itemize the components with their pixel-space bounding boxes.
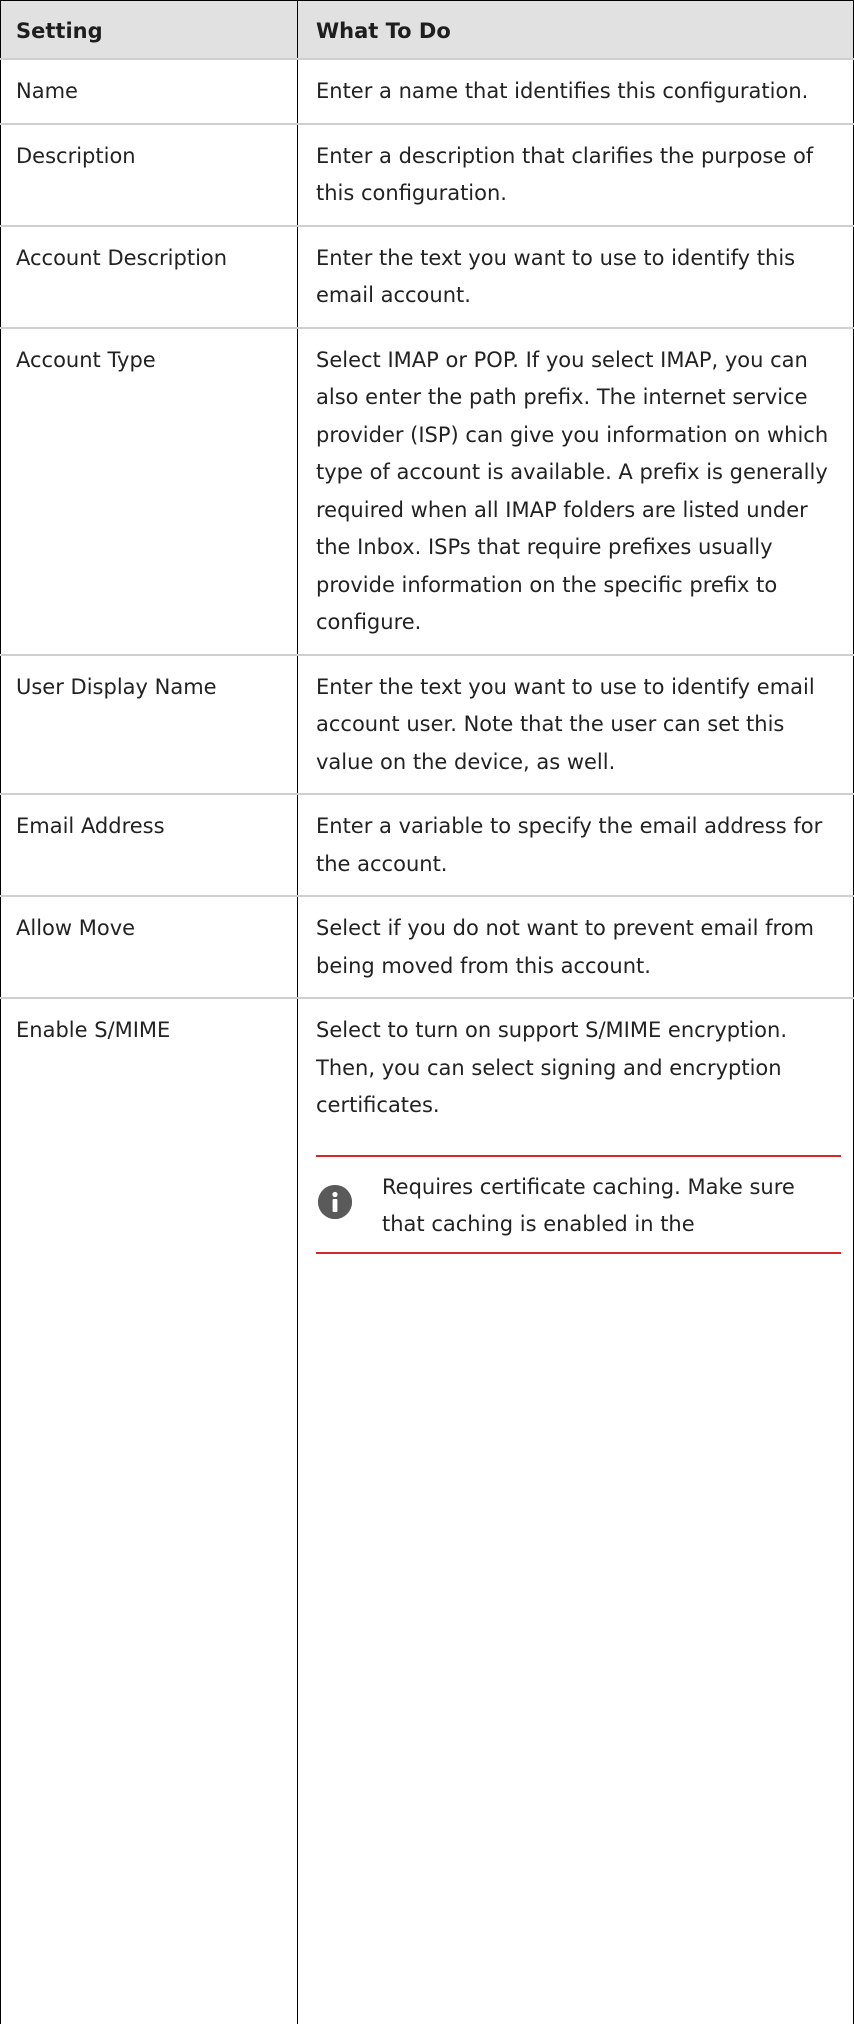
what-to-do-cell: Enter a variable to specify the email ad… (297, 794, 854, 897)
table-row: Name Enter a name that identifies this c… (0, 59, 854, 125)
note-text: Requires certificate caching. Make sure … (382, 1174, 795, 1237)
setting-cell: Enable S/MIME (0, 998, 298, 2024)
what-to-do-cell: Select IMAP or POP. If you select IMAP, … (297, 327, 854, 656)
info-icon-glyph (318, 1184, 352, 1219)
table-header-row: Setting What To Do (0, 0, 854, 60)
setting-cell: Name (0, 59, 298, 125)
table-row: Email Address Enter a variable to specif… (0, 794, 854, 897)
setting-cell: User Display Name (0, 654, 298, 795)
column-header-setting: Setting (0, 0, 298, 60)
table-row: Account Description Enter the text you w… (0, 225, 854, 329)
table-row: Allow Move Select if you do not want to … (0, 896, 854, 999)
table-row: Enable S/MIME Select to turn on support … (0, 998, 854, 2024)
setting-cell: Description (0, 123, 298, 227)
setting-cell: Allow Move (0, 896, 298, 999)
setting-cell: Account Type (0, 327, 298, 656)
table-row: Account Type Select IMAP or POP. If you … (0, 327, 854, 656)
what-to-do-cell: Enter a name that identifies this config… (297, 59, 854, 125)
what-to-do-cell: Enter the text you want to use to identi… (297, 654, 854, 795)
what-to-do-text: Select to turn on support S/MIME encrypt… (316, 1018, 787, 1117)
what-to-do-cell: Select to turn on support S/MIME encrypt… (297, 998, 854, 2024)
note-box: Requires certificate caching. Make sure … (316, 1154, 841, 1254)
table-row: User Display Name Enter the text you wan… (0, 654, 854, 795)
setting-cell: Account Description (0, 225, 298, 329)
column-header-what-to-do: What To Do (297, 0, 854, 60)
table-row: Description Enter a description that cla… (0, 123, 854, 227)
what-to-do-cell: Select if you do not want to prevent ema… (297, 896, 854, 999)
info-icon (318, 1184, 352, 1219)
what-to-do-cell: Enter the text you want to use to identi… (297, 225, 854, 329)
what-to-do-cell: Enter a description that clarifies the p… (297, 123, 854, 227)
settings-table: Setting What To Do Name Enter a name tha… (0, 0, 854, 2024)
setting-cell: Email Address (0, 794, 298, 897)
